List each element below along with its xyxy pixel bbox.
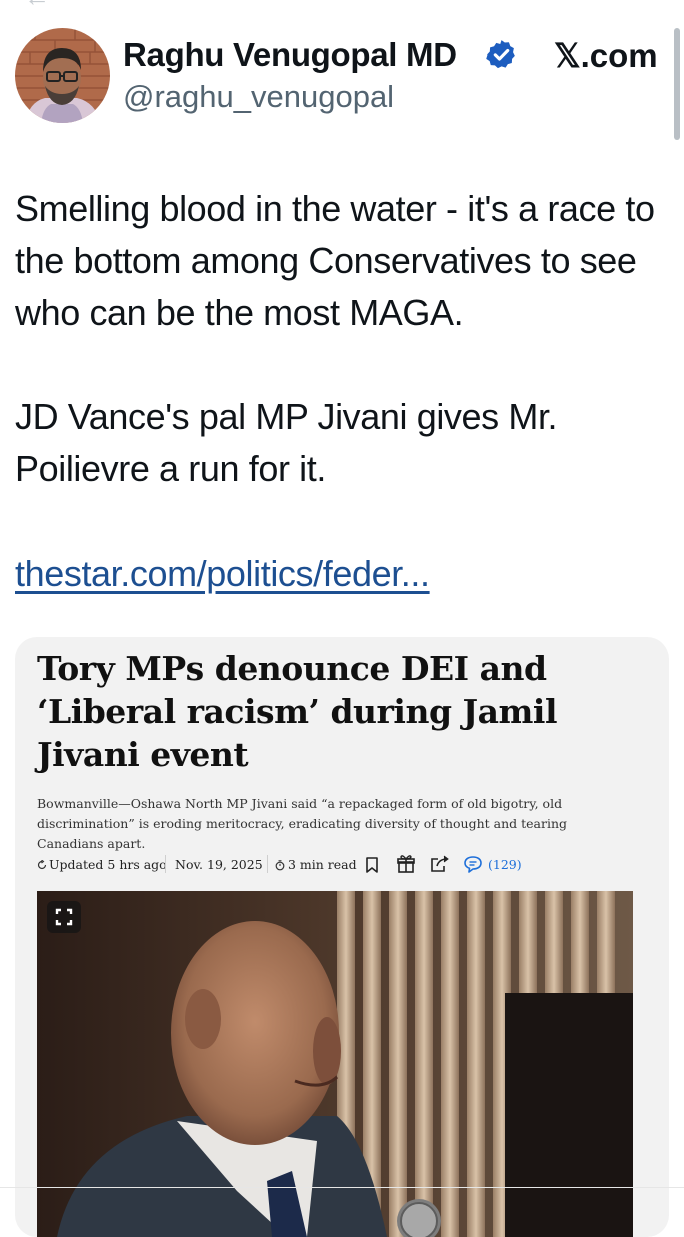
back-arrow-icon[interactable]: ← — [24, 0, 50, 13]
source-label: 𝕏.com — [554, 37, 658, 74]
comment-count[interactable]: (129) — [488, 857, 522, 872]
expand-icon[interactable] — [47, 901, 81, 933]
refresh-icon — [37, 860, 47, 870]
tweet-header: Raghu Venugopal MD @raghu_venugopal 𝕏.co… — [15, 28, 675, 124]
top-bar-remnant: ← — [0, 0, 684, 12]
article-photo[interactable] — [37, 891, 633, 1237]
bookmark-icon[interactable] — [365, 856, 379, 874]
read-time: 3 min read — [288, 857, 357, 872]
verified-badge-icon — [486, 40, 515, 69]
gift-icon[interactable] — [396, 854, 416, 874]
expand-button[interactable] — [47, 901, 81, 933]
comment-icon[interactable] — [463, 855, 483, 873]
author-name[interactable]: Raghu Venugopal MD — [123, 36, 457, 74]
article-card[interactable]: Tory MPs denounce DEI and ‘Liberal racis… — [15, 637, 669, 1237]
author-handle[interactable]: @raghu_venugopal — [123, 79, 394, 115]
updated-time: Updated 5 hrs ago — [49, 857, 167, 872]
article-link[interactable]: thestar.com/politics/feder... — [15, 548, 430, 600]
article-meta-bar: Updated 5 hrs ago Nov. 19, 2025 3 min re… — [37, 854, 637, 876]
bottom-divider — [0, 1187, 684, 1188]
tweet-paragraph-1: Smelling blood in the water - it's a rac… — [15, 188, 655, 333]
article-summary: Bowmanville—Oshawa North MP Jivani said … — [37, 796, 567, 851]
share-icon[interactable] — [429, 854, 451, 874]
tweet-paragraph-2: JD Vance's pal MP Jivani gives Mr. Poili… — [15, 396, 558, 489]
avatar[interactable] — [15, 28, 110, 123]
publish-date: Nov. 19, 2025 — [175, 857, 263, 872]
article-headline[interactable]: Tory MPs denounce DEI and ‘Liberal racis… — [37, 647, 637, 776]
tweet-body: Smelling blood in the water - it's a rac… — [15, 183, 675, 495]
clock-icon — [275, 860, 285, 871]
